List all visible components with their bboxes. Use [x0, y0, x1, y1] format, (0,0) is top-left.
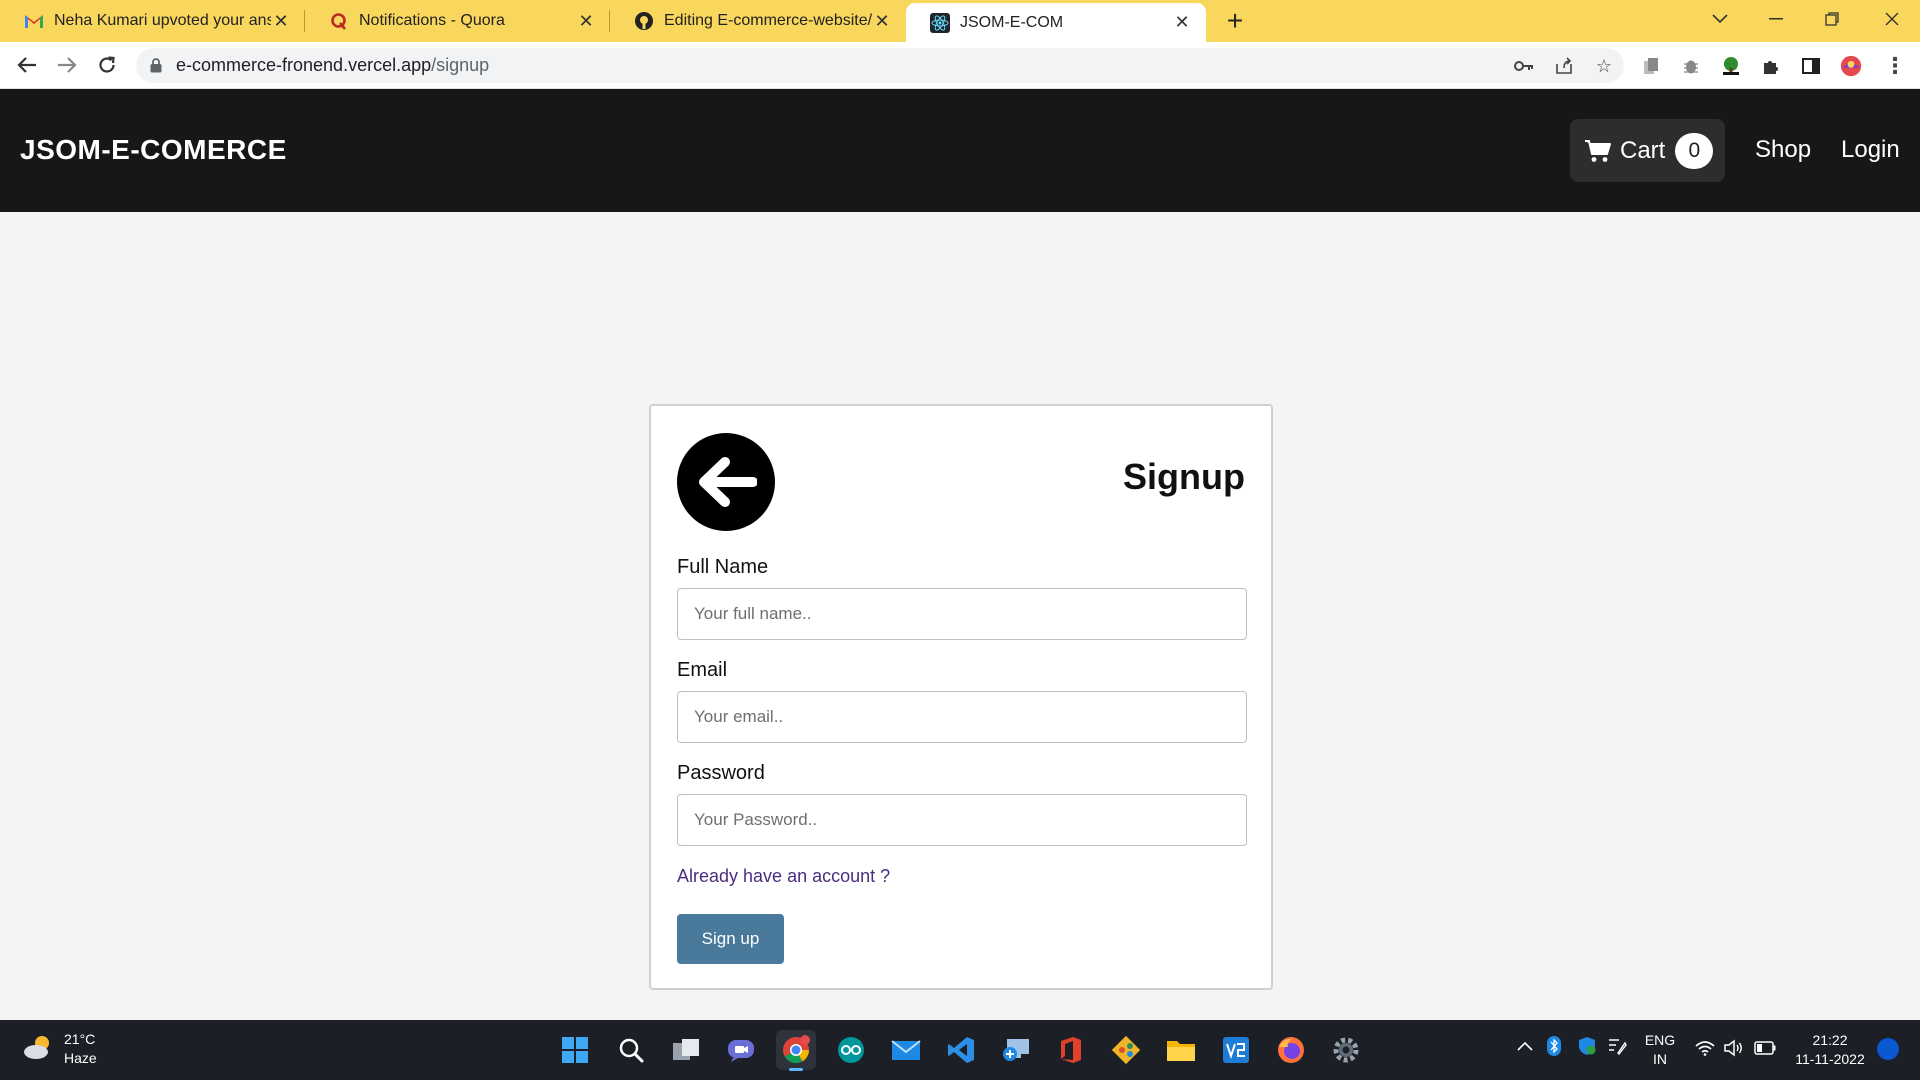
tab-title: JSOM-E-COM	[960, 13, 1064, 31]
nav-login-link[interactable]: Login	[1841, 136, 1900, 164]
profile-avatar[interactable]	[1840, 55, 1862, 77]
battery-icon[interactable]	[1754, 1041, 1776, 1059]
side-panel-icon[interactable]	[1800, 55, 1822, 77]
forward-icon[interactable]	[52, 50, 82, 80]
back-arrow-icon[interactable]	[677, 433, 775, 531]
teams-chat-icon[interactable]	[721, 1030, 761, 1070]
language-code: ENG	[1644, 1032, 1676, 1048]
close-icon[interactable]: ✕	[872, 11, 892, 32]
restore-button[interactable]	[1804, 0, 1860, 38]
region-code: IN	[1653, 1051, 1667, 1067]
start-button[interactable]	[555, 1030, 595, 1070]
address-bar: e-commerce-fronend.vercel.app/signup ☆ ⋮	[0, 42, 1920, 89]
gmail-icon	[24, 11, 44, 31]
tab-github[interactable]: Editing E-commerce-website/RE/ ✕	[610, 0, 906, 42]
tab-gmail[interactable]: Neha Kumari upvoted your answ ✕	[0, 0, 305, 42]
brand-logo[interactable]: JSOM-E-COMERCE	[20, 134, 287, 166]
file-explorer-icon[interactable]	[1161, 1030, 1201, 1070]
weather-temp: 21°C	[64, 1031, 96, 1047]
arduino-icon[interactable]	[831, 1030, 871, 1070]
close-icon[interactable]: ✕	[271, 11, 291, 32]
github-icon	[634, 11, 654, 31]
extensions-puzzle-icon[interactable]	[1760, 55, 1782, 77]
office-icon[interactable]	[1051, 1030, 1091, 1070]
cart-button[interactable]: Cart 0	[1570, 119, 1725, 182]
show-hidden-icons-chevron-icon[interactable]	[1517, 1038, 1533, 1055]
chrome-icon[interactable]	[776, 1030, 816, 1071]
remote-desktop-icon[interactable]	[996, 1030, 1036, 1070]
menu-kebab-icon[interactable]: ⋮	[1884, 53, 1906, 78]
extension-bug-icon[interactable]	[1680, 55, 1702, 77]
clock-time: 21:22	[1812, 1032, 1848, 1048]
cart-icon	[1584, 139, 1612, 163]
tab-search-icon[interactable]	[1692, 0, 1748, 38]
full-name-label: Full Name	[677, 556, 769, 578]
extension-html-tree-icon[interactable]	[1720, 55, 1742, 77]
settings-gear-icon[interactable]	[1326, 1030, 1366, 1070]
task-view-icon[interactable]	[666, 1030, 706, 1070]
signup-card: Signup Full Name Email Password Already …	[649, 404, 1273, 990]
cart-count-badge: 0	[1675, 132, 1714, 169]
site-header: JSOM-E-COMERCE Cart 0 Shop Login	[0, 89, 1920, 212]
security-shield-icon[interactable]	[1577, 1036, 1597, 1060]
bookmark-star-icon[interactable]: ☆	[1592, 54, 1616, 78]
browser-tab-strip: Neha Kumari upvoted your answ ✕ Notifica…	[0, 0, 1920, 42]
email-label: Email	[677, 659, 728, 681]
tab-title: Notifications - Quora	[359, 12, 505, 29]
close-icon[interactable]: ✕	[1172, 12, 1192, 33]
mail-icon[interactable]	[886, 1030, 926, 1070]
windows-taskbar: 21°C Haze ENG IN 21:22 11-11-2022	[0, 1020, 1920, 1080]
close-icon[interactable]: ✕	[576, 11, 596, 32]
wifi-icon[interactable]	[1695, 1040, 1715, 1060]
url-text: e-commerce-fronend.vercel.app/signup	[176, 55, 489, 76]
ink-workspace-icon[interactable]	[1607, 1036, 1627, 1060]
react-icon	[930, 12, 950, 33]
tab-title: Neha Kumari upvoted your answ	[54, 12, 271, 29]
tab-jsom-ecom[interactable]: JSOM-E-COM ✕	[906, 3, 1206, 42]
volume-icon[interactable]	[1724, 1039, 1744, 1061]
url-host: e-commerce-fronend.vercel.app	[176, 55, 432, 75]
omnibox[interactable]: e-commerce-fronend.vercel.app/signup ☆	[136, 48, 1624, 83]
url-path: /signup	[431, 55, 490, 75]
back-icon[interactable]	[12, 50, 42, 80]
close-window-button[interactable]	[1864, 0, 1920, 38]
clock[interactable]: 21:22 11-11-2022	[1792, 1031, 1868, 1069]
cart-label: Cart	[1620, 136, 1666, 164]
weather-widget[interactable]: 21°C Haze	[22, 1030, 97, 1068]
minimize-button[interactable]	[1748, 0, 1804, 38]
search-icon[interactable]	[611, 1030, 651, 1070]
tab-title: Editing E-commerce-website/RE/	[664, 12, 872, 29]
extension-copy-icon[interactable]	[1640, 55, 1662, 77]
already-have-account-link[interactable]: Already have an account ?	[677, 866, 890, 887]
vmware-icon[interactable]	[1216, 1030, 1256, 1070]
clock-date: 11-11-2022	[1795, 1051, 1865, 1067]
reload-icon[interactable]	[92, 50, 122, 80]
quora-icon	[329, 11, 349, 31]
full-name-input[interactable]	[677, 588, 1247, 640]
tab-quora[interactable]: Notifications - Quora ✕	[305, 0, 610, 42]
page-title: Signup	[1123, 456, 1245, 497]
password-label: Password	[677, 762, 765, 784]
share-icon[interactable]	[1552, 54, 1576, 78]
notification-center-icon[interactable]	[1876, 1037, 1900, 1065]
weather-cloud-icon	[22, 1033, 54, 1066]
email-input[interactable]	[677, 691, 1247, 743]
nav-shop-link[interactable]: Shop	[1755, 136, 1811, 164]
new-tab-button[interactable]: +	[1220, 6, 1250, 36]
key-icon[interactable]	[1512, 54, 1536, 78]
git-tool-icon[interactable]	[1106, 1030, 1146, 1070]
bluetooth-icon[interactable]	[1547, 1036, 1561, 1060]
sign-up-button[interactable]: Sign up	[677, 914, 784, 964]
lock-icon[interactable]	[150, 58, 162, 73]
language-indicator[interactable]: ENG IN	[1640, 1031, 1680, 1069]
firefox-icon[interactable]	[1271, 1030, 1311, 1070]
vscode-icon[interactable]	[941, 1030, 981, 1070]
password-input[interactable]	[677, 794, 1247, 846]
weather-condition: Haze	[64, 1050, 97, 1066]
